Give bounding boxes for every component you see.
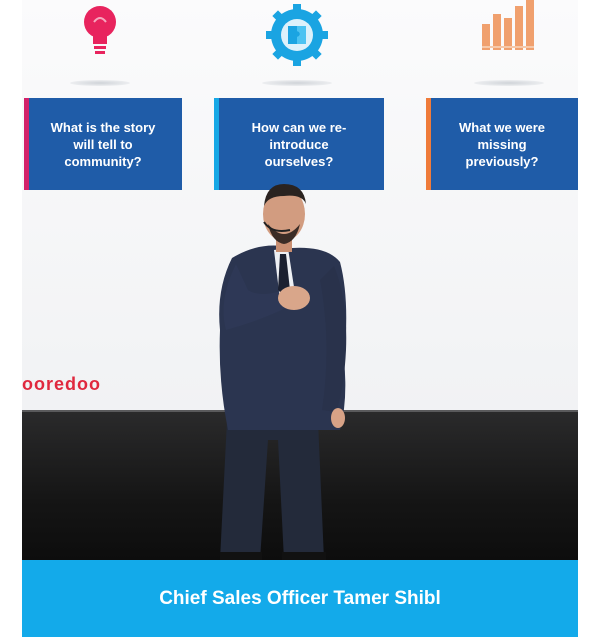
speaker-figure — [219, 184, 347, 560]
caption-text: Chief Sales Officer Tamer Shibl — [159, 587, 441, 609]
photo-caption: Chief Sales Officer Tamer Shibl — [22, 560, 578, 637]
event-photo: What is the story will tell to community… — [22, 0, 578, 560]
